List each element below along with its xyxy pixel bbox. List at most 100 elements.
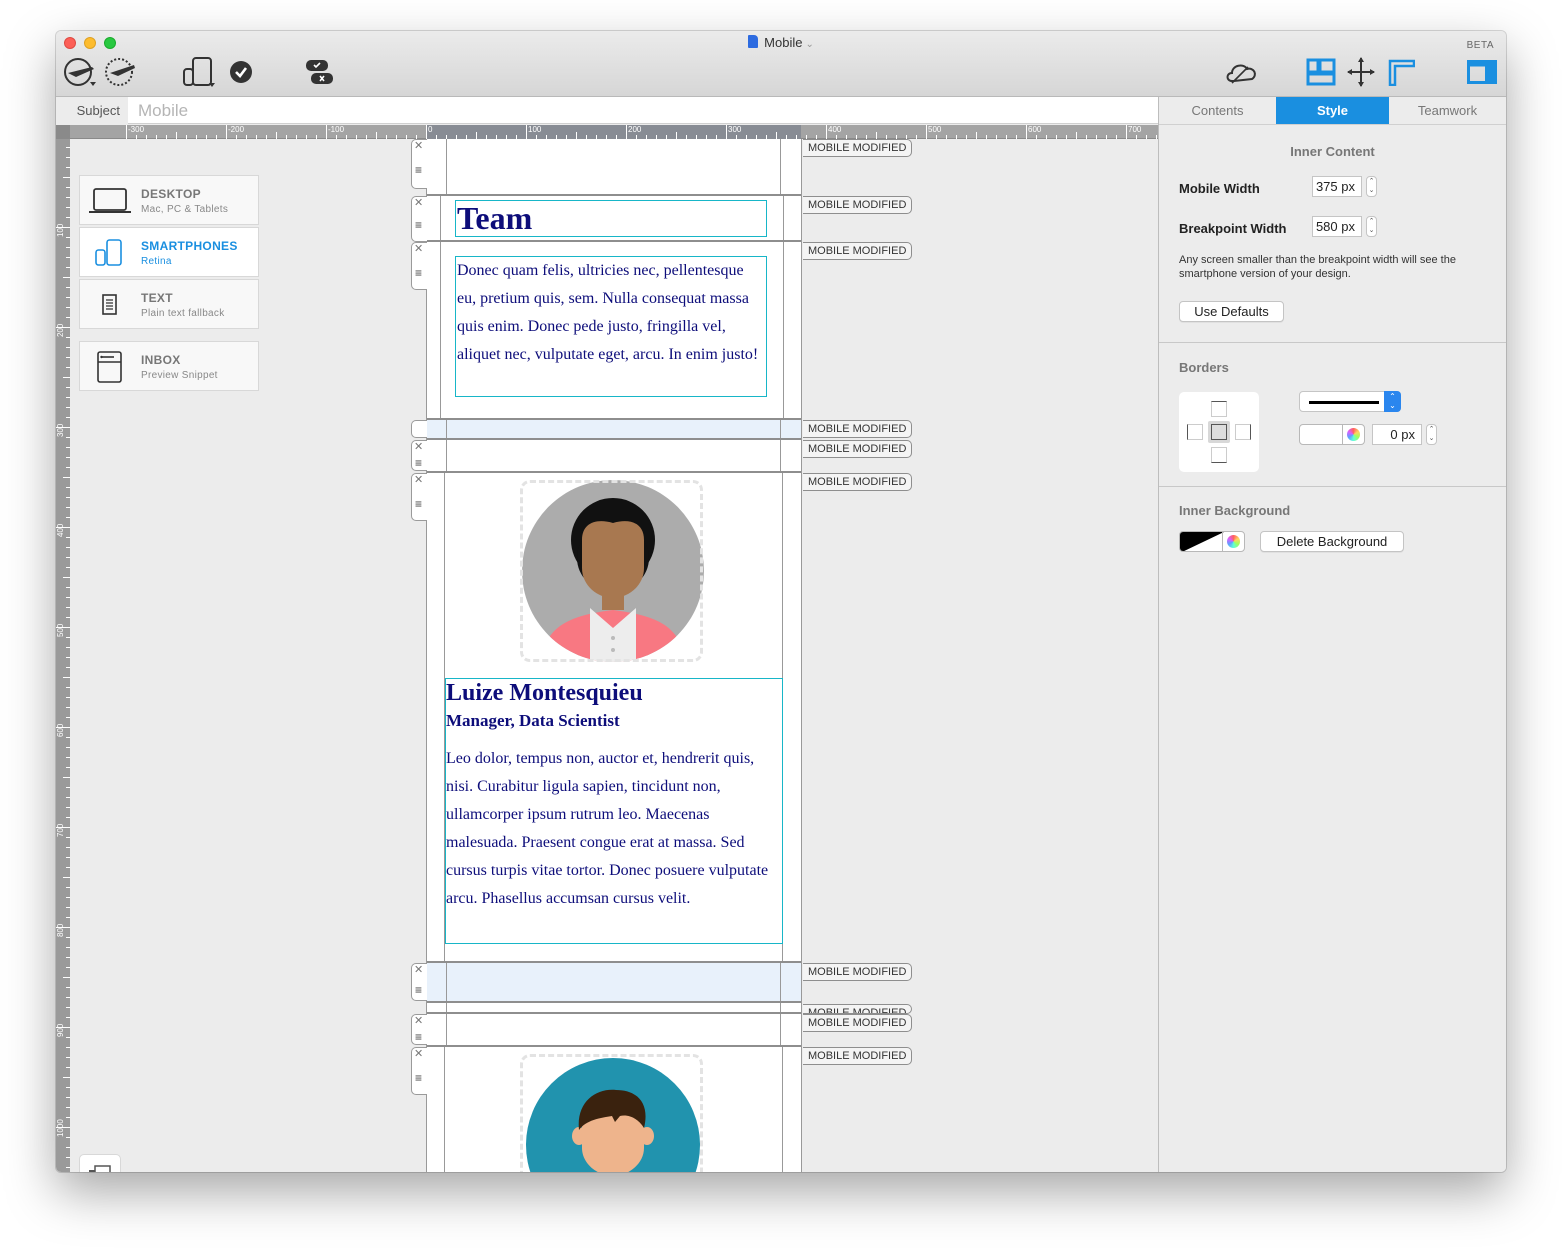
border-left-toggle[interactable] <box>1187 424 1203 440</box>
block-handle[interactable] <box>411 420 427 438</box>
color-wheel-icon[interactable] <box>1227 535 1240 548</box>
ruler-icon[interactable] <box>1386 55 1416 89</box>
ruler-minor-tick <box>136 135 137 139</box>
color-wheel-icon[interactable] <box>1347 428 1360 441</box>
remove-block-icon[interactable]: ✕ <box>414 140 423 152</box>
person-role[interactable]: Manager, Data Scientist <box>446 711 782 731</box>
email-block-divider[interactable]: ✕ ≡ MOBILE MODIFIED <box>411 963 913 1003</box>
move-icon[interactable] <box>1346 55 1376 89</box>
drag-handle-icon[interactable]: ≡ <box>415 984 422 996</box>
email-block-divider[interactable]: MOBILE MODIFIED <box>411 420 913 440</box>
mobile-modified-tag: MOBILE MODIFIED <box>803 420 913 438</box>
person-bio[interactable]: Leo dolor, tempus non, auctor et, hendre… <box>446 745 782 913</box>
block-handle[interactable]: ✕ ≡ <box>411 242 427 290</box>
mobile-width-stepper[interactable]: ⌃ ⌄ <box>1366 176 1377 197</box>
team-heading[interactable]: Team <box>456 201 766 235</box>
ruler-minor-tick <box>66 417 70 418</box>
ruler-minor-tick <box>1036 135 1037 139</box>
remove-block-icon[interactable]: ✕ <box>414 1015 423 1027</box>
remove-block-icon[interactable]: ✕ <box>414 441 423 453</box>
email-block-spacer[interactable] <box>427 1003 801 1014</box>
design-canvas[interactable]: -300 -200 -100 0 100 200 300 400 500 600 700 0 100 2… <box>56 125 1158 1172</box>
check-icon[interactable] <box>226 55 256 89</box>
layers-toggle-button[interactable] <box>79 1154 121 1172</box>
email-preview[interactable]: ✕ ≡ MOBILE MODIFIED Team ✕ ≡ MOBILE MODI… <box>411 139 913 1172</box>
device-preview-icon[interactable] <box>182 55 218 89</box>
border-top-toggle[interactable] <box>1211 401 1227 417</box>
email-block-spacer[interactable]: ✕ ≡ MOBILE MODIFIED <box>411 139 913 196</box>
approval-chat-icon[interactable] <box>302 55 338 89</box>
device-inbox[interactable]: INBOX Preview Snippet <box>79 341 259 391</box>
block-handle[interactable]: ✕ ≡ <box>411 196 427 242</box>
email-block-person[interactable]: ✕ ≡ MOBILE MODIFIED <box>411 1047 913 1172</box>
tab-style[interactable]: Style <box>1276 97 1389 124</box>
ruler-minor-tick <box>66 987 70 988</box>
mobile-modified-tag: MOBILE MODIFIED <box>803 473 913 491</box>
email-block-spacer[interactable]: ✕ ≡ MOBILE MODIFIED <box>411 1014 913 1047</box>
tab-contents[interactable]: Contents <box>1159 97 1276 124</box>
block-handle[interactable]: ✕ ≡ <box>411 963 427 1001</box>
drag-handle-icon[interactable]: ≡ <box>415 457 422 469</box>
breakpoint-width-field[interactable]: 580 px <box>1312 216 1362 237</box>
ruler-minor-tick <box>296 135 297 139</box>
breakpoint-width-stepper[interactable]: ⌃ ⌄ <box>1366 216 1377 237</box>
delete-background-button[interactable]: Delete Background <box>1260 531 1404 552</box>
person-avatar[interactable] <box>520 1052 706 1172</box>
border-right-toggle[interactable] <box>1235 424 1251 440</box>
inner-background-color-well[interactable] <box>1179 531 1245 552</box>
remove-block-icon[interactable]: ✕ <box>414 197 423 209</box>
remove-block-icon[interactable]: ✕ <box>414 243 423 255</box>
subject-label: Subject <box>56 97 128 124</box>
email-block-spacer[interactable]: ✕ ≡ MOBILE MODIFIED <box>411 440 913 473</box>
vertical-ruler[interactable]: 01002003004005006007008009001000 <box>56 125 70 1172</box>
email-block-heading[interactable]: Team ✕ ≡ MOBILE MODIFIED <box>411 196 913 242</box>
image-drop-zone[interactable] <box>520 480 703 662</box>
block-handle[interactable]: ✕ ≡ <box>411 1014 427 1045</box>
subject-input[interactable] <box>138 97 1038 124</box>
block-handle[interactable]: ✕ ≡ <box>411 473 427 521</box>
drag-handle-icon[interactable]: ≡ <box>415 1072 422 1084</box>
border-all-toggle[interactable] <box>1208 421 1230 443</box>
border-color-well[interactable] <box>1299 424 1365 445</box>
block-handle[interactable]: ✕ ≡ <box>411 1047 427 1095</box>
heading-selection[interactable]: Team <box>455 200 767 237</box>
ruler-minor-tick <box>66 737 70 738</box>
use-defaults-button[interactable]: Use Defaults <box>1179 301 1284 322</box>
drag-handle-icon[interactable]: ≡ <box>415 267 422 279</box>
mobile-width-field[interactable]: 375 px <box>1312 176 1362 197</box>
drag-handle-icon[interactable]: ≡ <box>415 164 422 176</box>
border-bottom-toggle[interactable] <box>1211 447 1227 463</box>
cloud-sync-icon[interactable] <box>1222 55 1262 89</box>
person-name[interactable]: Luize Montesquieu <box>446 679 782 707</box>
schedule-send-icon[interactable] <box>102 55 138 89</box>
intro-selection[interactable]: Donec quam felis, ultricies nec, pellent… <box>455 256 767 397</box>
drag-handle-icon[interactable]: ≡ <box>415 219 422 231</box>
block-handle[interactable]: ✕ ≡ <box>411 440 427 471</box>
device-smartphones[interactable]: SMARTPHONES Retina <box>79 227 259 277</box>
device-text[interactable]: TEXT Plain text fallback <box>79 279 259 329</box>
horizontal-ruler[interactable]: -300 -200 -100 0 100 200 300 400 500 600 700 <box>70 125 1158 139</box>
drag-handle-icon[interactable]: ≡ <box>415 1031 422 1043</box>
email-block-intro[interactable]: Donec quam felis, ultricies nec, pellent… <box>411 242 913 420</box>
send-test-icon[interactable] <box>62 55 98 89</box>
person-avatar[interactable] <box>520 478 706 664</box>
email-block-person[interactable]: Luize Montesquieu Manager, Data Scientis… <box>411 473 913 963</box>
border-width-stepper[interactable]: ⌃ ⌄ <box>1426 424 1437 445</box>
ruler-minor-tick <box>66 537 70 538</box>
person-text-selection[interactable]: Luize Montesquieu Manager, Data Scientis… <box>445 678 783 944</box>
sidebar-toggle-icon[interactable] <box>1466 55 1498 89</box>
tab-teamwork[interactable]: Teamwork <box>1389 97 1506 124</box>
ruler-minor-tick <box>66 407 70 408</box>
intro-paragraph[interactable]: Donec quam felis, ultricies nec, pellent… <box>457 257 766 369</box>
remove-block-icon[interactable]: ✕ <box>414 474 423 486</box>
layout-blocks-icon[interactable] <box>1304 55 1338 89</box>
window-title[interactable]: Mobile ⌄ <box>56 35 1506 50</box>
device-desktop[interactable]: DESKTOP Mac, PC & Tablets <box>79 175 259 225</box>
border-width-field[interactable]: 0 px <box>1372 424 1422 445</box>
block-handle[interactable]: ✕ ≡ <box>411 139 427 189</box>
remove-block-icon[interactable]: ✕ <box>414 1048 423 1060</box>
remove-block-icon[interactable]: ✕ <box>414 964 423 976</box>
border-style-select[interactable]: ⌃ ⌄ <box>1299 391 1401 412</box>
image-drop-zone[interactable] <box>520 1054 703 1172</box>
drag-handle-icon[interactable]: ≡ <box>415 498 422 510</box>
